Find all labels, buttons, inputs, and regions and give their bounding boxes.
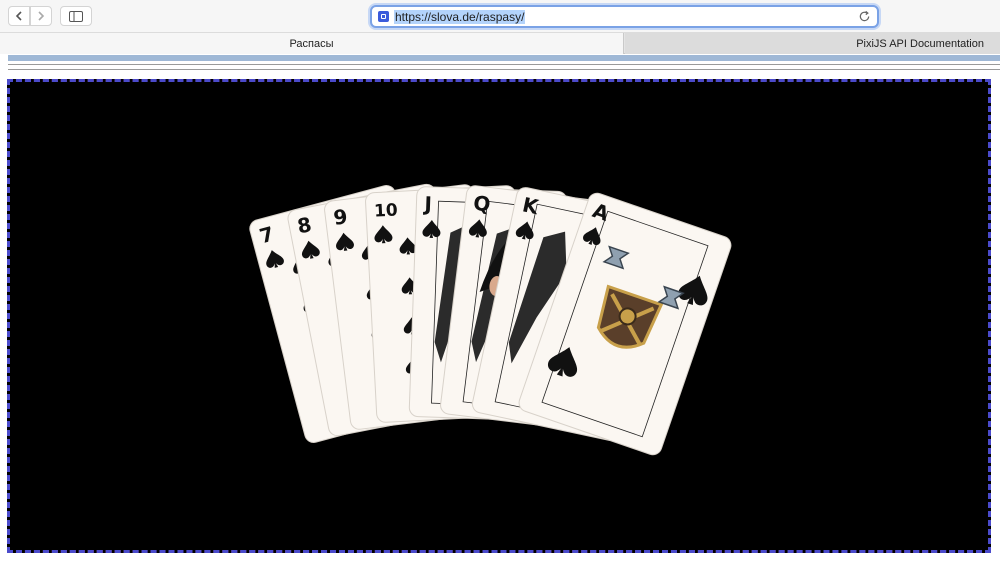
- chevron-right-icon: [38, 11, 45, 21]
- site-favicon-icon: [378, 11, 389, 22]
- game-canvas[interactable]: 7 8 9 10 J Q K A: [7, 79, 991, 553]
- card-rank-label: 10: [374, 200, 399, 221]
- card-hand: 7 8 9 10 J Q K A: [249, 183, 732, 456]
- sidebar-icon: [69, 10, 83, 22]
- forward-button[interactable]: [30, 6, 52, 26]
- divider: [8, 64, 1000, 65]
- url-text[interactable]: https://slova.de/raspasy/: [394, 9, 526, 24]
- divider: [8, 69, 1000, 70]
- chevron-left-icon: [15, 11, 22, 21]
- back-button[interactable]: [8, 6, 30, 26]
- sidebar-toggle-button[interactable]: [60, 6, 92, 26]
- tab-bar: Распасы PixiJS API Documentation: [0, 33, 1000, 54]
- address-bar[interactable]: https://slova.de/raspasy/: [370, 5, 879, 28]
- card-rank-label: Q: [472, 191, 492, 217]
- card-rank-label: 9: [332, 204, 349, 230]
- page-header-strip: [8, 55, 1000, 61]
- tab-raspasy[interactable]: Распасы: [0, 33, 624, 54]
- reload-icon[interactable]: [858, 10, 871, 23]
- tab-pixijs-docs[interactable]: PixiJS API Documentation: [625, 33, 1000, 54]
- browser-toolbar: https://slova.de/raspasy/: [0, 0, 1000, 33]
